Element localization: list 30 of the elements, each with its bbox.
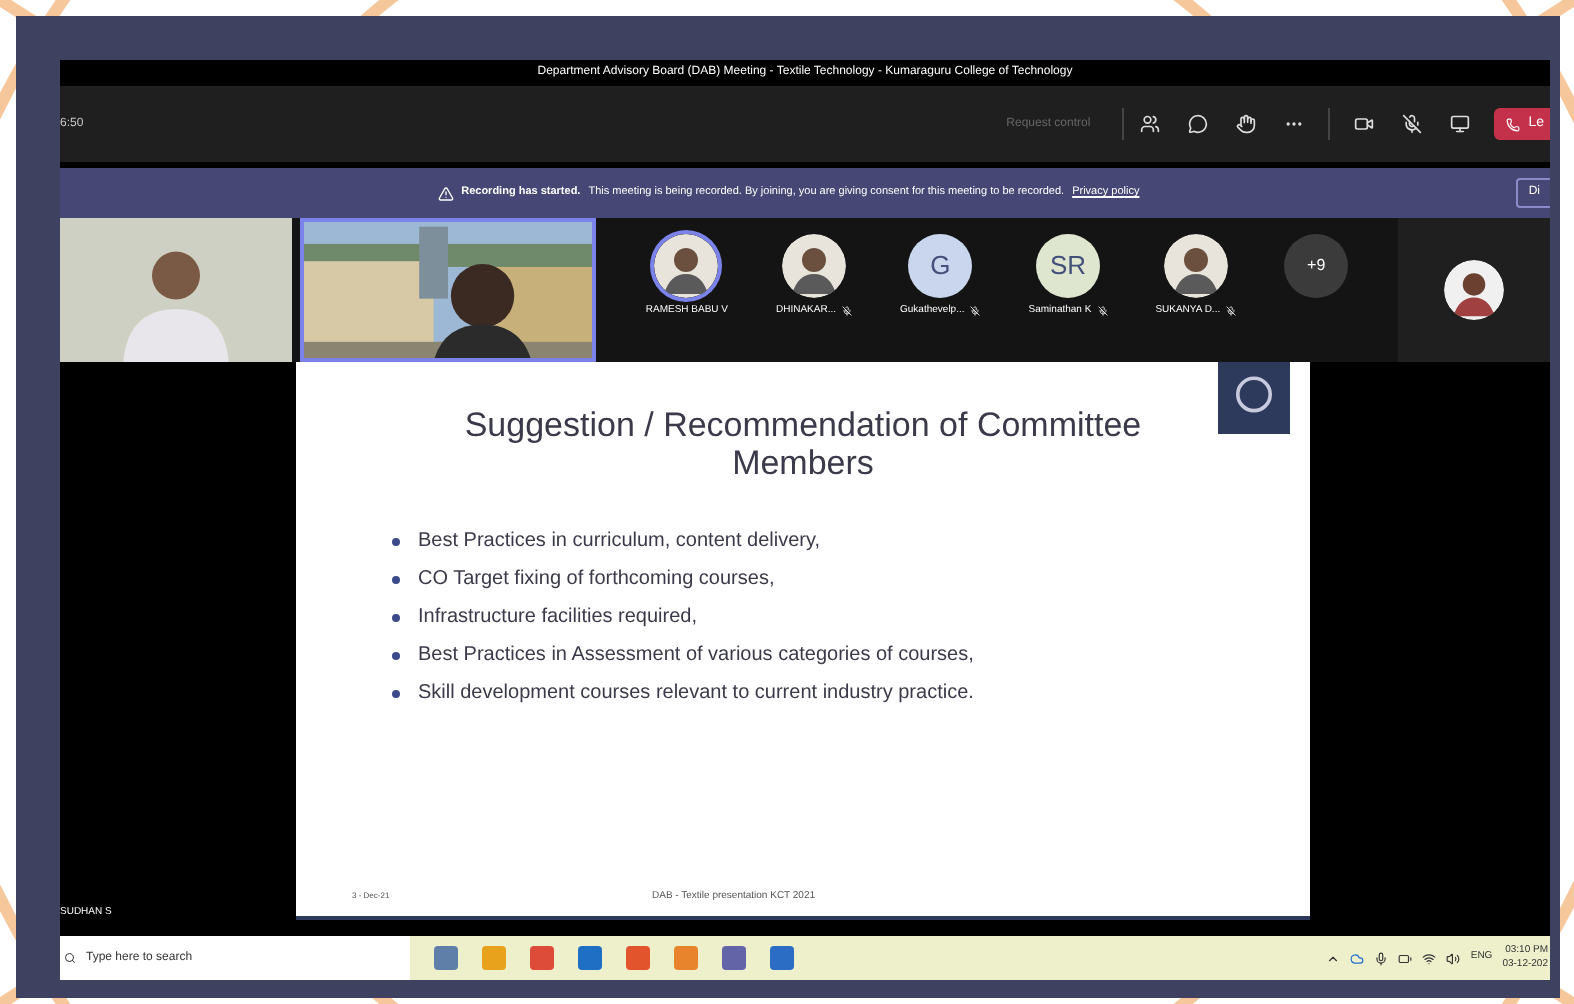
share-screen-icon[interactable] [1450, 114, 1471, 134]
slide-title: Suggestion / Recommendation of Committee Members [462, 406, 1144, 482]
bullet-icon [392, 689, 400, 697]
tray-expand-icon[interactable] [1326, 951, 1341, 965]
bullet-text: Best Practices in Assessment of various categories of courses, [418, 642, 974, 670]
participants-icon[interactable] [1140, 114, 1161, 134]
bullet-icon [392, 651, 400, 659]
chat-icon[interactable] [1188, 114, 1209, 134]
bullet-icon [392, 575, 400, 583]
avatar [1444, 260, 1504, 320]
warning-icon [437, 185, 454, 201]
search-icon [64, 952, 76, 964]
bullet-icon [392, 537, 400, 545]
wifi-icon[interactable] [1422, 951, 1437, 965]
mic-off-icon[interactable] [1402, 114, 1423, 134]
camera-icon[interactable] [1354, 114, 1375, 134]
battery-icon[interactable] [1398, 951, 1413, 965]
bullet-text: Best Practices in curriculum, content delivery, [418, 528, 821, 556]
cloud-icon[interactable] [1350, 951, 1365, 965]
more-participants-badge[interactable]: +9 [1284, 234, 1349, 298]
bullet-text: Skill development courses relevant to current industry practice. [418, 680, 974, 708]
hand-icon[interactable] [1236, 114, 1257, 134]
volume-icon[interactable] [1446, 951, 1461, 965]
bullet-icon [392, 613, 400, 621]
avatar: G [908, 234, 973, 298]
phone-icon [1506, 117, 1521, 131]
bullet-text: CO Target fixing of forthcoming courses, [418, 566, 775, 594]
mic-icon[interactable] [1374, 951, 1389, 965]
bullet-text: Infrastructure facilities required, [418, 604, 698, 632]
avatar: SR [1035, 234, 1100, 298]
